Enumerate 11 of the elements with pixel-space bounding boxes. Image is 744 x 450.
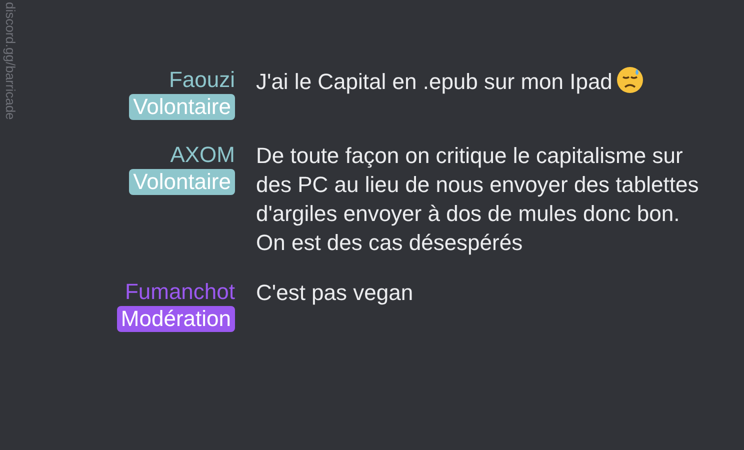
invite-link-text: discord.gg/barricade (2, 2, 19, 122)
role-badge: Modération (116, 306, 235, 332)
sweat-emoji-icon (616, 66, 644, 94)
message-text: J'ai le Capital en .epub sur mon Ipad (256, 69, 612, 94)
role-badge: Volontaire (129, 94, 235, 120)
author-name: AXOM (170, 141, 235, 169)
message-text: C'est pas vegan (256, 280, 414, 305)
message-text: De toute façon on critique le capitalisme sur des PC au lieu de nous envoyer des tablettes d'argiles envoyer à dos de mules donc bon. On est des cas désespérés (256, 143, 699, 255)
author-name: Faouzi (168, 66, 235, 94)
author-name: Fumanchot (124, 278, 235, 306)
role-badge: Volontaire (129, 169, 235, 195)
